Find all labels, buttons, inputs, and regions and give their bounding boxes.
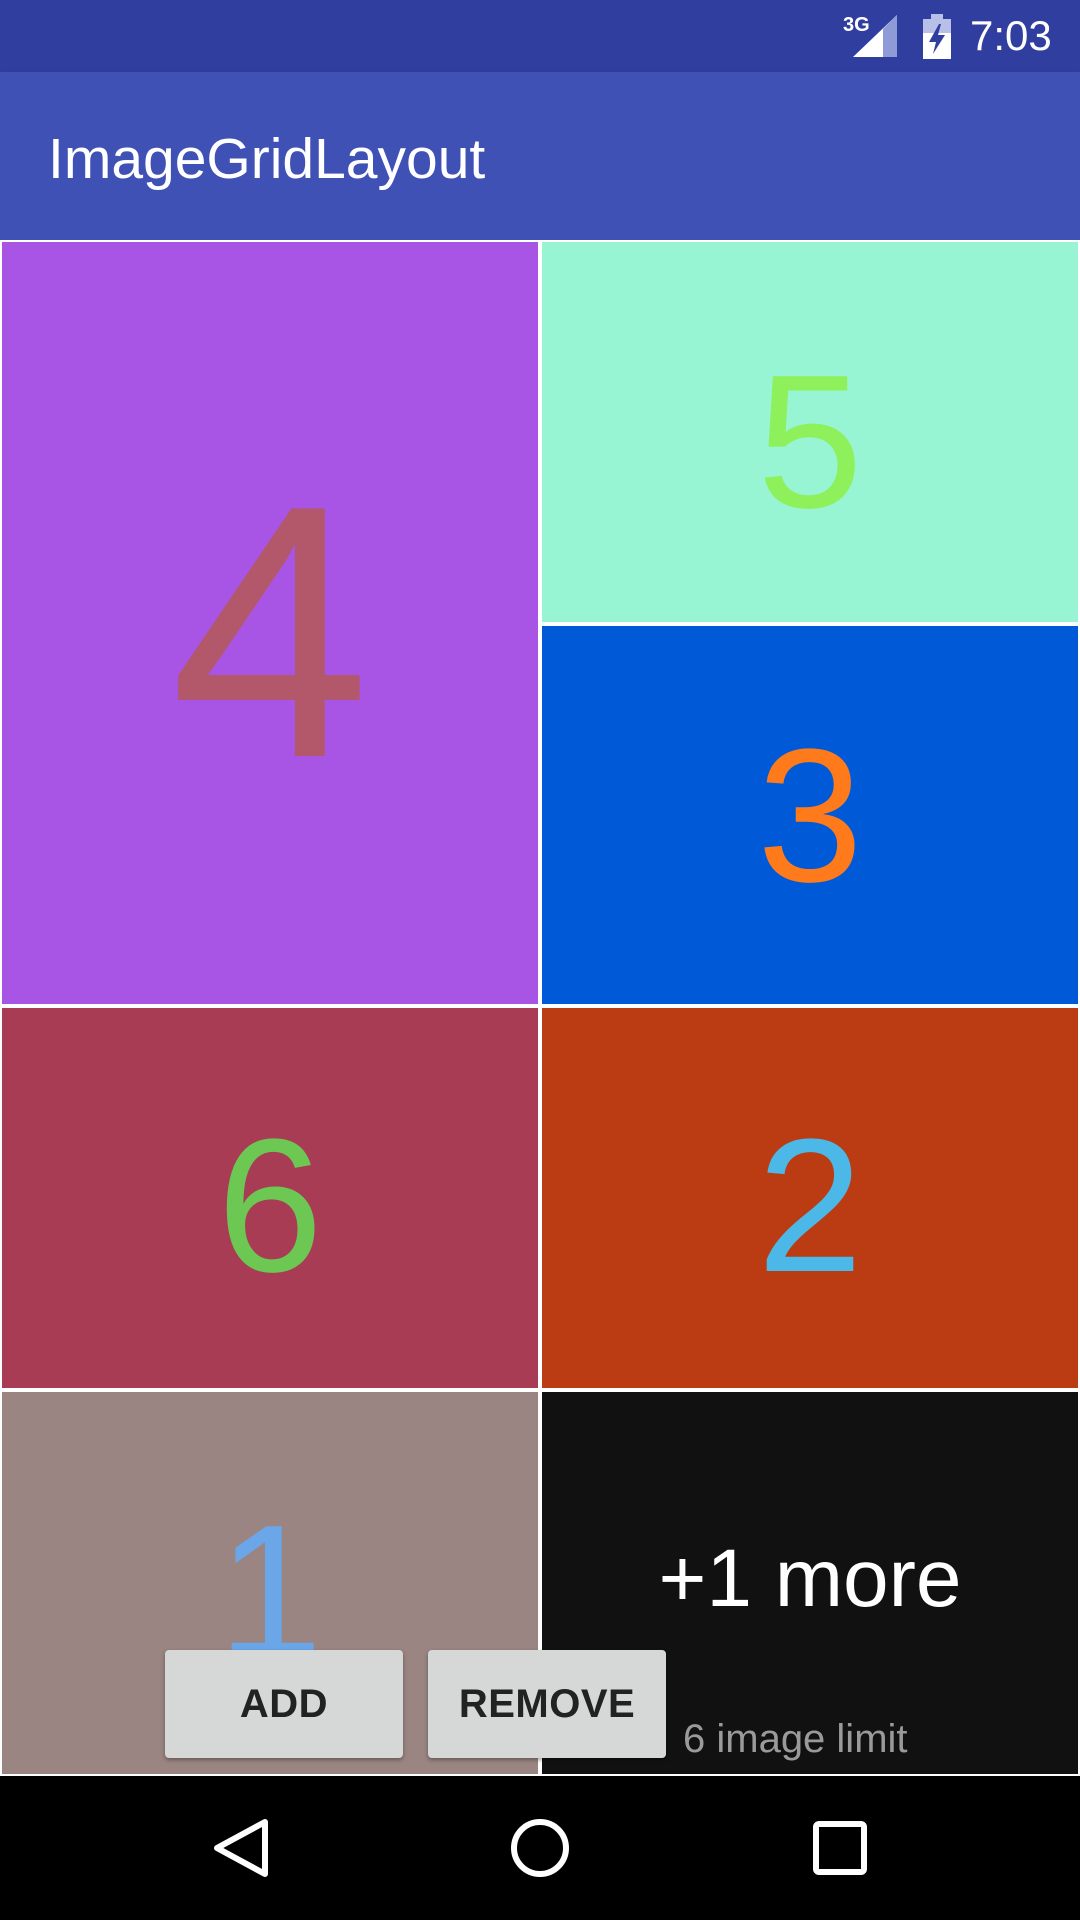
image-limit-label: 6 image limit xyxy=(683,1717,908,1761)
tile-number: 5 xyxy=(757,336,863,548)
app-title: ImageGridLayout xyxy=(48,127,486,191)
app-bar: ImageGridLayout xyxy=(0,72,1080,240)
recents-icon[interactable] xyxy=(806,1814,874,1882)
remove-button[interactable]: REMOVE xyxy=(428,1650,666,1758)
image-tile-5[interactable]: 5 xyxy=(542,242,1078,622)
image-tile-3[interactable]: 3 xyxy=(542,626,1078,1004)
status-bar: 3G 7:03 xyxy=(0,0,1080,72)
tile-number: 2 xyxy=(757,1100,863,1312)
image-tile-4[interactable]: 4 xyxy=(2,242,538,1004)
image-tile-2[interactable]: 2 xyxy=(542,1008,1078,1388)
navigation-bar xyxy=(0,1776,1080,1920)
image-tile-6[interactable]: 6 xyxy=(2,1008,538,1388)
tile-number: 4 xyxy=(169,431,371,833)
signal-icon xyxy=(853,15,897,57)
tile-number: 3 xyxy=(757,710,863,922)
back-icon[interactable] xyxy=(207,1814,275,1882)
image-grid: 4 5 3 6 2 1 +1 more xyxy=(0,240,1080,1776)
add-button[interactable]: ADD xyxy=(165,1650,403,1758)
more-count-label: +1 more xyxy=(658,1533,962,1624)
tile-number: 6 xyxy=(217,1100,323,1312)
home-icon[interactable] xyxy=(506,1814,574,1882)
battery-charging-icon xyxy=(923,14,951,59)
clock: 7:03 xyxy=(970,12,1052,59)
